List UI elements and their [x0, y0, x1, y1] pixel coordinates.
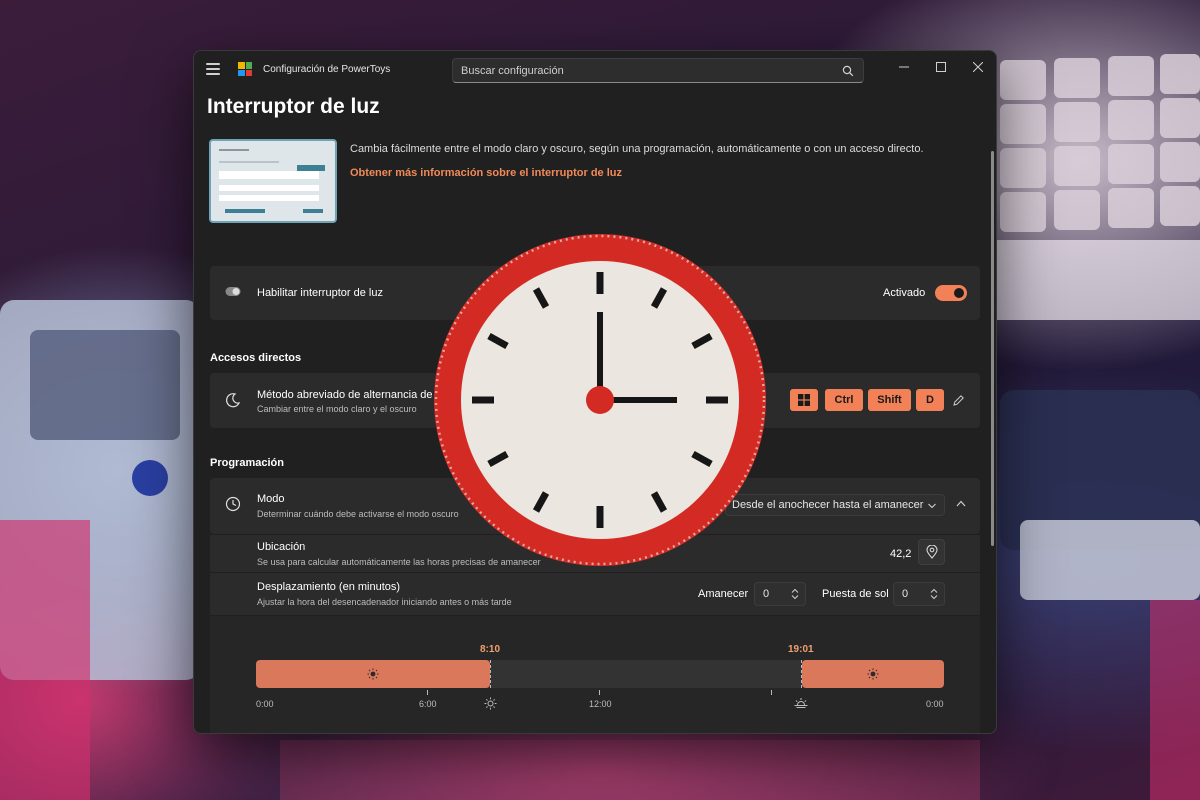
learn-more-link[interactable]: Obtener más información sobre el interru…: [350, 167, 622, 179]
axis-label-0: 0:00: [256, 699, 274, 709]
maximize-button[interactable]: [928, 57, 954, 77]
hero-preview-image: [209, 139, 337, 223]
sunrise-marker: [490, 660, 491, 688]
sunrise-offset-value: 0: [763, 588, 770, 600]
spinner-arrows-icon[interactable]: [930, 588, 938, 600]
mode-subtitle: Determinar cuándo debe activarse el modo…: [257, 509, 459, 519]
shortcuts-section-title: Accesos directos: [210, 352, 302, 364]
sunrise-offset-label: Amanecer: [698, 588, 749, 600]
page-description: Cambia fácilmente entre el modo claro y …: [350, 143, 924, 155]
location-pin-icon: [926, 545, 938, 559]
moon-icon: [226, 393, 241, 408]
toggle-switch-icon: [225, 287, 241, 296]
key-ctrl: Ctrl: [825, 389, 863, 411]
powertoys-logo-icon: [238, 62, 252, 76]
timeline-tick: [427, 690, 428, 695]
app-title: Configuración de PowerToys: [263, 64, 391, 75]
sunrise-time-label: 8:10: [480, 644, 501, 655]
location-button[interactable]: [918, 539, 945, 565]
offset-title: Desplazamiento (en minutos): [257, 581, 401, 593]
key-d: D: [916, 389, 944, 411]
timeline-tick: [771, 690, 772, 695]
offset-row: Desplazamiento (en minutos) Ajustar la h…: [210, 573, 980, 615]
chevron-up-icon[interactable]: [956, 500, 966, 507]
sunset-marker: [801, 660, 802, 688]
axis-label-6: 6:00: [419, 699, 437, 709]
spinner-arrows-icon[interactable]: [791, 588, 799, 600]
sunrise-offset-input[interactable]: 0: [754, 582, 806, 606]
sunset-offset-label: Puesta de sol: [822, 588, 889, 600]
sunset-offset-value: 0: [902, 588, 909, 600]
schedule-section-title: Programación: [210, 457, 284, 469]
clock-small-icon: [225, 496, 241, 512]
scrollbar-thumb[interactable]: [991, 151, 994, 546]
search-icon[interactable]: [842, 65, 854, 77]
location-title: Ubicación: [257, 541, 306, 553]
timeline-tick: [599, 690, 600, 695]
sun-icon: [367, 668, 379, 680]
enable-state-label: Activado: [883, 287, 926, 299]
edit-pencil-icon[interactable]: [952, 394, 965, 407]
axis-label-24: 0:00: [926, 699, 944, 709]
sunset-time-label: 19:01: [788, 644, 814, 655]
enable-toggle[interactable]: [935, 285, 967, 301]
close-button[interactable]: [965, 57, 991, 77]
close-icon: [973, 62, 983, 72]
key-shift: Shift: [868, 389, 911, 411]
maximize-icon: [936, 62, 946, 72]
axis-label-12: 12:00: [589, 699, 612, 709]
shortcut-title: Método abreviado de alternancia de: [257, 389, 433, 401]
shortcut-subtitle: Cambiar entre el modo claro y el oscuro: [257, 404, 417, 414]
sunrise-icon: [484, 697, 497, 710]
sunset-offset-input[interactable]: 0: [893, 582, 945, 606]
offset-subtitle: Ajustar la hora del desencadenador inici…: [257, 597, 512, 607]
location-value: 42,2: [890, 548, 912, 560]
minimize-icon: [899, 66, 909, 68]
mode-title: Modo: [257, 493, 285, 505]
sun-icon: [867, 668, 879, 680]
search-input[interactable]: [453, 59, 833, 82]
hamburger-menu-icon[interactable]: [206, 63, 220, 75]
clock-icon: [434, 234, 766, 566]
title-bar: Configuración de PowerToys: [194, 51, 996, 89]
sunset-icon: [794, 698, 808, 708]
enable-label: Habilitar interruptor de luz: [257, 287, 383, 299]
chevron-down-icon: [928, 503, 936, 509]
page-title: Interruptor de luz: [207, 95, 380, 118]
search-box[interactable]: [452, 58, 864, 83]
key-windows: [790, 389, 818, 411]
minimize-button[interactable]: [891, 57, 917, 77]
windows-logo-icon: [798, 394, 810, 406]
